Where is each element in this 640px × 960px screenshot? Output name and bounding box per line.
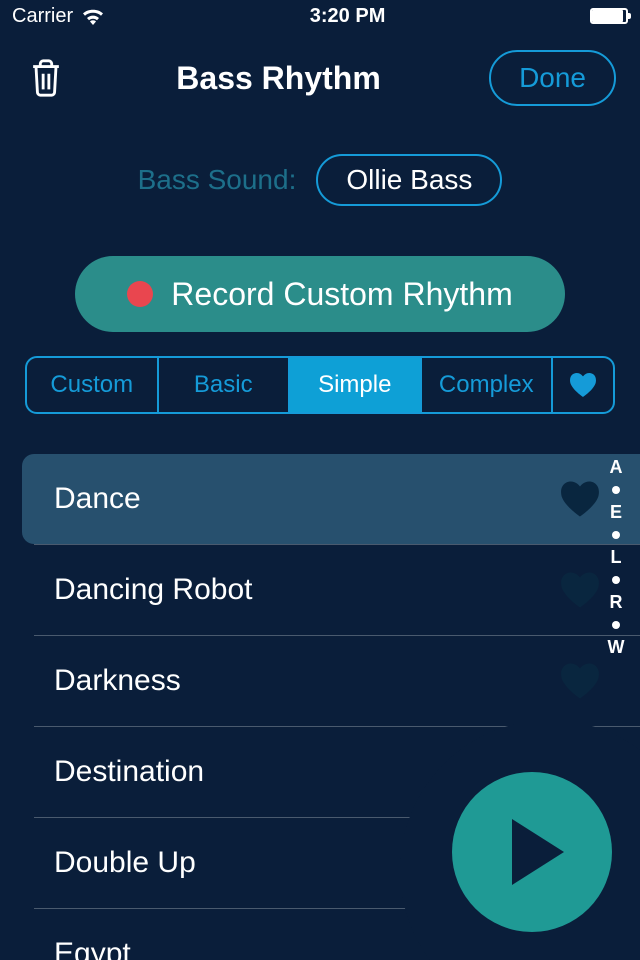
list-item[interactable]: Darkness [0,636,640,726]
rhythm-name: Dance [54,482,141,516]
rhythm-name: Darkness [54,664,181,698]
heart-icon [569,373,597,397]
tab-custom[interactable]: Custom [27,358,159,412]
rhythm-category-tabs: Custom Basic Simple Complex [25,356,615,414]
page-title: Bass Rhythm [176,60,381,97]
record-custom-rhythm-button[interactable]: Record Custom Rhythm [75,256,565,332]
tab-basic[interactable]: Basic [159,358,291,412]
wifi-icon [81,7,105,25]
favorite-toggle[interactable] [560,481,600,517]
tab-favorites[interactable] [553,358,613,412]
alpha-letter[interactable]: L [611,547,622,568]
bass-sound-selector[interactable]: Ollie Bass [316,154,502,206]
delete-button[interactable] [24,56,68,100]
alpha-letter[interactable]: E [610,502,622,523]
heart-icon [560,572,600,608]
play-fab-container [410,730,640,960]
play-button[interactable] [452,772,612,932]
bass-sound-label: Bass Sound: [138,164,297,196]
carrier-label: Carrier [12,5,73,28]
alpha-dot [612,486,620,494]
list-item[interactable]: Dance [22,454,640,544]
alphabet-index[interactable]: A E L R W [602,457,630,658]
rhythm-name: Destination [54,755,204,789]
heart-icon [560,663,600,699]
alpha-letter[interactable]: A [610,457,623,478]
play-icon [508,817,568,887]
clock: 3:20 PM [310,5,386,28]
nav-bar: Bass Rhythm Done [0,32,640,124]
tab-simple[interactable]: Simple [290,358,422,412]
bass-sound-row: Bass Sound: Ollie Bass [0,154,640,206]
done-button[interactable]: Done [489,50,616,106]
battery-icon [590,8,628,24]
alpha-dot [612,621,620,629]
trash-icon [28,58,64,98]
status-bar: Carrier 3:20 PM [0,0,640,32]
heart-icon [560,481,600,517]
alpha-letter[interactable]: R [610,592,623,613]
rhythm-name: Egypt [54,937,131,960]
record-icon [127,281,153,307]
alpha-letter[interactable]: W [608,637,625,658]
record-label: Record Custom Rhythm [171,276,512,313]
alpha-dot [612,531,620,539]
alpha-dot [612,576,620,584]
rhythm-name: Dancing Robot [54,573,252,607]
tab-complex[interactable]: Complex [422,358,554,412]
favorite-toggle[interactable] [560,663,600,699]
favorite-toggle[interactable] [560,572,600,608]
rhythm-name: Double Up [54,846,196,880]
list-item[interactable]: Dancing Robot [0,545,640,635]
